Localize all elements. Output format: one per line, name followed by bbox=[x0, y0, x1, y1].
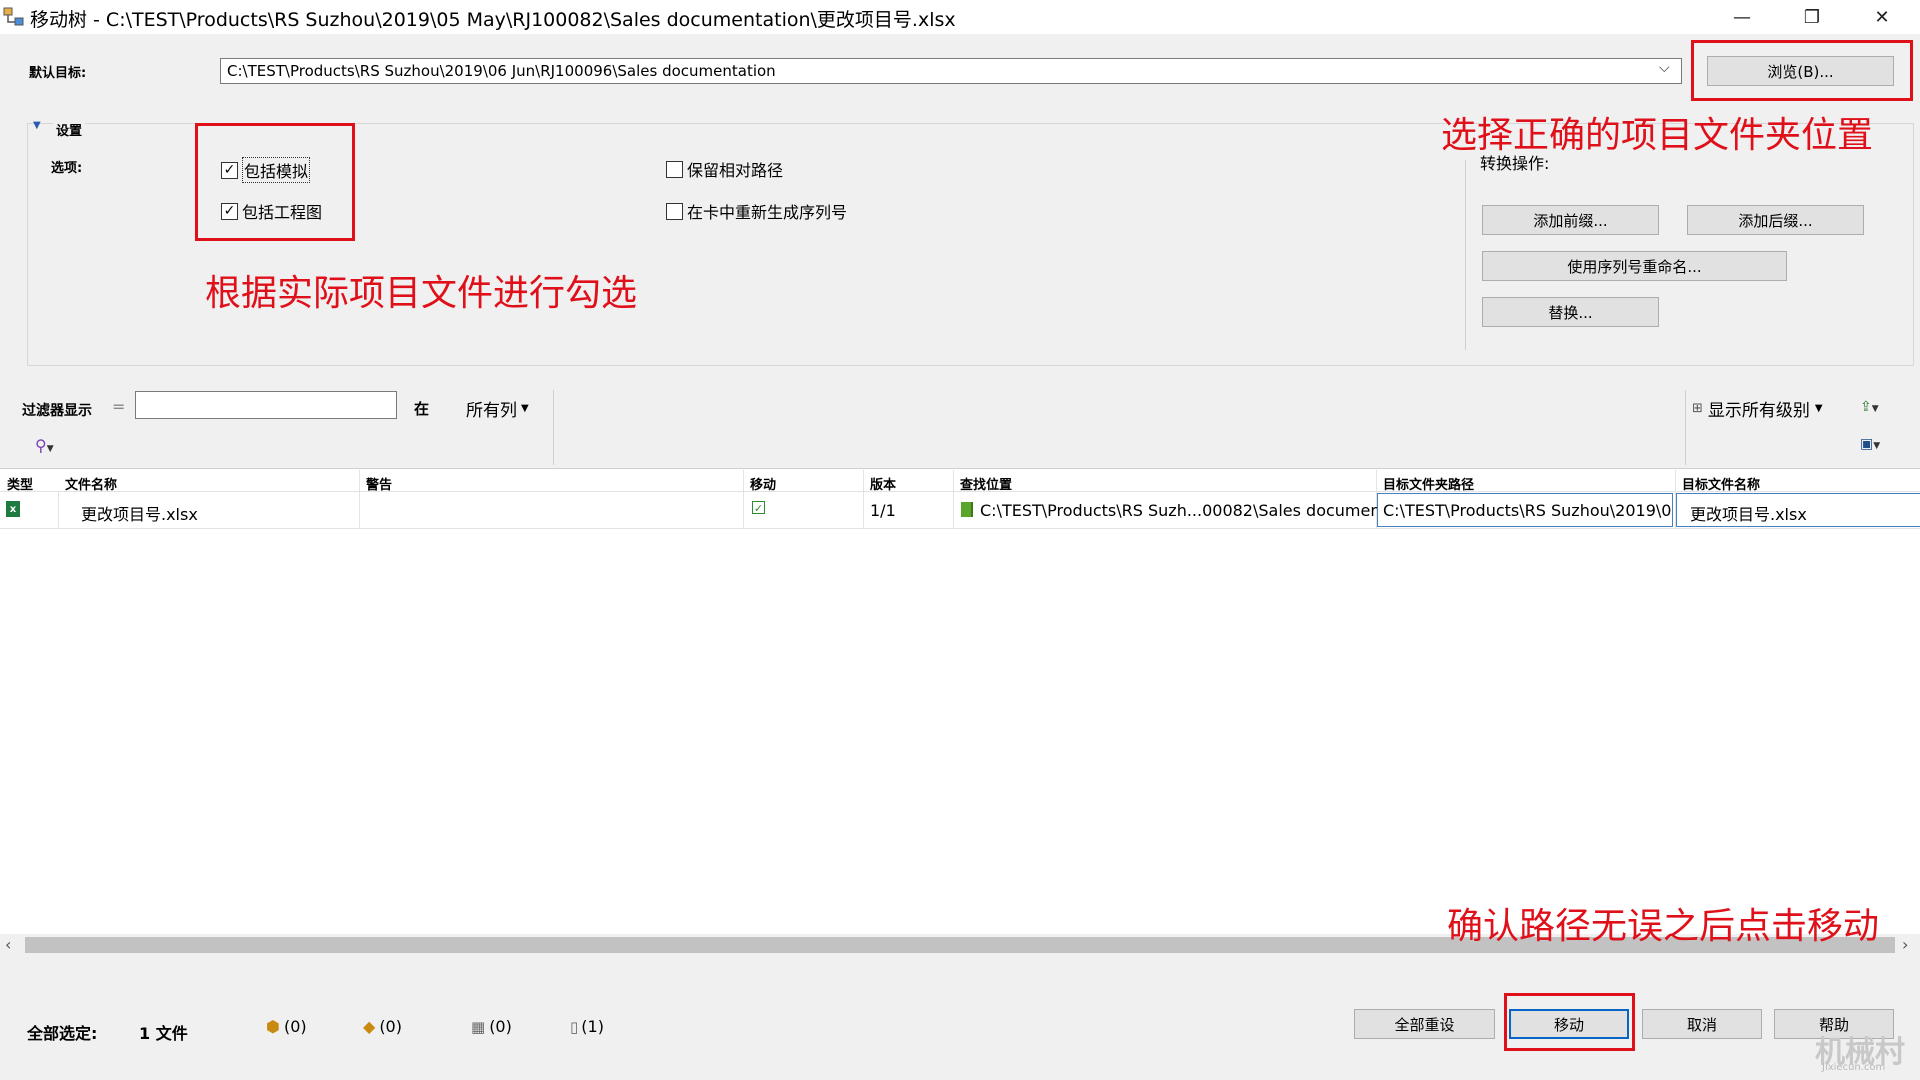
options-label: 选项: bbox=[51, 161, 83, 176]
tree-levels-icon: ⊞ bbox=[1692, 401, 1703, 416]
transform-label: 转换操作: bbox=[1480, 154, 1550, 173]
filter-label: 过滤器显示 bbox=[22, 403, 92, 419]
filter-equals: = bbox=[112, 397, 126, 416]
selected-files-count: 1 文件 bbox=[139, 1024, 188, 1043]
checkbox-unchecked-icon bbox=[666, 202, 683, 220]
annotation-box-move bbox=[1504, 993, 1635, 1051]
move-tree-app-icon bbox=[3, 7, 24, 26]
assembly-count-value: (0) bbox=[283, 1017, 307, 1036]
default-target-value: C:\TEST\Products\RS Suzhou\2019\06 Jun\R… bbox=[227, 62, 776, 80]
rename-serial-button[interactable]: 使用序列号重命名... bbox=[1482, 251, 1787, 281]
add-suffix-button[interactable]: 添加后缀... bbox=[1687, 205, 1864, 235]
checkbox-unchecked-icon bbox=[666, 160, 683, 178]
columns-dropdown-value: 所有列 bbox=[466, 401, 517, 421]
export-icon[interactable]: ⇪▼ bbox=[1860, 399, 1879, 415]
show-levels-dropdown[interactable]: ⊞ 显示所有级别 ▼ bbox=[1692, 396, 1823, 421]
scroll-right-icon[interactable]: › bbox=[1902, 935, 1908, 954]
save-icon[interactable]: ▣▼ bbox=[1860, 436, 1880, 452]
part-count-value: (0) bbox=[379, 1017, 402, 1036]
row-file-name: 更改项目号.xlsx bbox=[81, 505, 198, 524]
scroll-left-icon[interactable]: ‹ bbox=[5, 935, 11, 954]
row-version: 1/1 bbox=[870, 501, 896, 520]
regenerate-serial-label: 在卡中重新生成序列号 bbox=[687, 203, 848, 222]
filter-funnel-icon[interactable]: ⚲▼ bbox=[35, 436, 54, 455]
dropdown-arrow-icon: ▼ bbox=[521, 403, 529, 414]
transform-divider bbox=[1465, 160, 1466, 350]
reset-all-button[interactable]: 全部重设 bbox=[1354, 1009, 1495, 1039]
show-levels-label: 显示所有级别 bbox=[1707, 401, 1810, 421]
dropdown-arrow-icon: ▼ bbox=[1814, 403, 1823, 414]
annotation-move-note: 确认路径无误之后点击移动 bbox=[1447, 906, 1880, 947]
columns-dropdown[interactable]: 所有列 ▼ bbox=[466, 396, 529, 421]
default-target-label: 默认目标: bbox=[29, 66, 87, 81]
part-icon: ◆ bbox=[363, 1017, 376, 1036]
title-bar: 移动树 - C:\TEST\Products\RS Suzhou\2019\05… bbox=[0, 0, 1920, 34]
window-title: 移动树 - C:\TEST\Products\RS Suzhou\2019\05… bbox=[30, 9, 956, 31]
cancel-button[interactable]: 取消 bbox=[1642, 1009, 1762, 1039]
drawing-count-value: (0) bbox=[489, 1017, 512, 1036]
document-icon: ▯ bbox=[570, 1017, 579, 1036]
drawing-icon: ▦ bbox=[471, 1017, 486, 1036]
close-button[interactable]: ✕ bbox=[1852, 0, 1912, 34]
row-location: C:\TEST\Products\RS Suzh...00082\Sales d… bbox=[980, 501, 1428, 520]
settings-section-label: 设置 bbox=[53, 120, 86, 139]
row-target-name: 更改项目号.xlsx bbox=[1690, 505, 1807, 524]
assembly-icon: ⬢ bbox=[266, 1017, 280, 1036]
assembly-count: ⬢ (0) bbox=[266, 1017, 307, 1036]
filter-input[interactable] bbox=[135, 391, 397, 419]
minimize-button[interactable]: — bbox=[1712, 0, 1772, 34]
annotation-box-browse bbox=[1691, 40, 1913, 101]
add-prefix-button[interactable]: 添加前缀... bbox=[1482, 205, 1659, 235]
document-count-value: (1) bbox=[581, 1017, 604, 1036]
keep-relative-path-checkbox[interactable]: 保留相对路径 bbox=[666, 157, 783, 181]
move-checked-icon[interactable]: ✓ bbox=[752, 501, 765, 515]
regenerate-serial-checkbox[interactable]: 在卡中重新生成序列号 bbox=[666, 199, 847, 223]
row-target-path: C:\TEST\Products\RS Suzhou\2019\06 ... bbox=[1383, 501, 1672, 520]
default-target-combo[interactable]: C:\TEST\Products\RS Suzhou\2019\06 Jun\R… bbox=[220, 58, 1682, 84]
levels-divider bbox=[1685, 390, 1686, 465]
keep-relative-path-label: 保留相对路径 bbox=[687, 161, 784, 180]
grid-top-border bbox=[0, 468, 1920, 469]
excel-file-icon: x bbox=[6, 501, 20, 517]
vault-folder-icon bbox=[961, 502, 973, 517]
filter-divider bbox=[553, 390, 554, 465]
filter-in-label: 在 bbox=[414, 400, 430, 418]
watermark-url: Jixiecun.com bbox=[1822, 1062, 1886, 1073]
row-target-name-cell[interactable]: 更改项目号.xlsx bbox=[1676, 493, 1920, 527]
collapse-triangle-icon[interactable]: ▼ bbox=[33, 120, 41, 131]
row-target-path-cell[interactable]: C:\TEST\Products\RS Suzhou\2019\06 ... bbox=[1377, 493, 1673, 527]
all-selected-label: 全部选定: bbox=[27, 1024, 98, 1043]
table-row[interactable]: x 更改项目号.xlsx ✓ 1/1 C:\TEST\Products\RS S… bbox=[0, 492, 1920, 528]
annotation-box-checkboxes bbox=[195, 123, 355, 241]
replace-button[interactable]: 替换... bbox=[1482, 297, 1659, 327]
restore-button[interactable]: ❐ bbox=[1782, 0, 1842, 34]
document-count: ▯ (1) bbox=[570, 1017, 604, 1036]
drawing-count: ▦ (0) bbox=[471, 1017, 512, 1036]
chevron-down-icon[interactable]: ⌵ bbox=[1659, 60, 1670, 76]
part-count: ◆ (0) bbox=[363, 1017, 402, 1036]
row-divider bbox=[0, 528, 1920, 529]
file-grid bbox=[0, 468, 1920, 934]
annotation-checkbox-note: 根据实际项目文件进行勾选 bbox=[205, 273, 638, 314]
